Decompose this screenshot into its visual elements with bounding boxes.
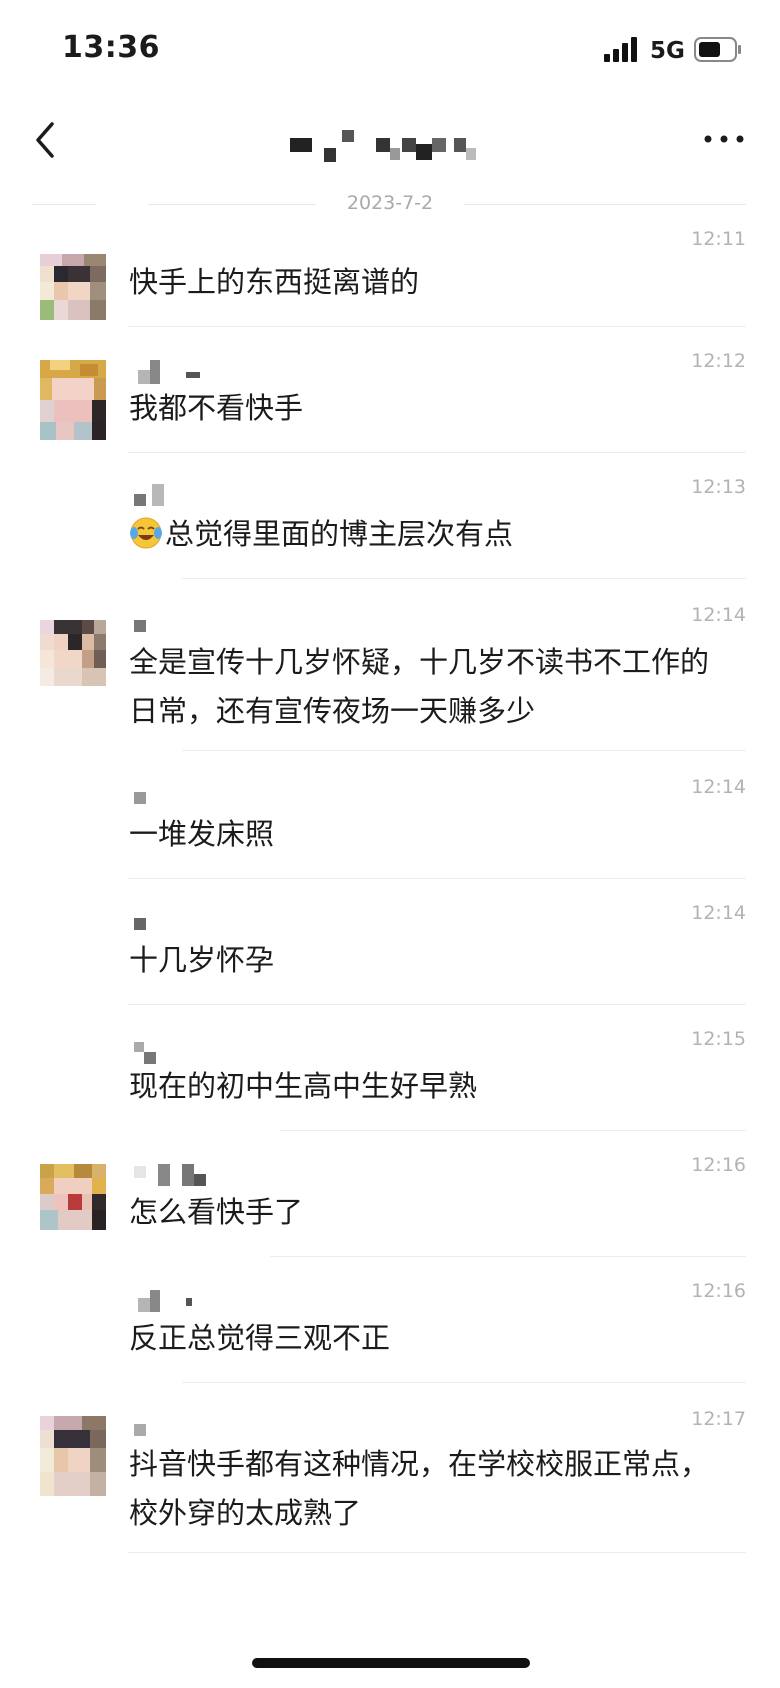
- date-line-left: [32, 204, 96, 205]
- message-divider: [182, 578, 746, 579]
- message-time: 12:16: [691, 1154, 746, 1176]
- message-divider: [128, 452, 746, 453]
- message-divider: [280, 1130, 746, 1131]
- message-time: 12:15: [691, 1028, 746, 1050]
- message-text: 反正总觉得三观不正: [129, 1321, 391, 1355]
- chat-nav-bar: [0, 100, 780, 180]
- message-text: 一堆发床照: [129, 817, 275, 851]
- message-divider: [128, 878, 746, 879]
- date-separator: 2023-7-2: [0, 190, 780, 220]
- message-text: 怎么看快手了: [129, 1195, 304, 1229]
- message-text: 全是宣传十几岁怀疑，十几岁不读书不工作的日常，还有宣传夜场一天赚多少: [129, 645, 710, 728]
- message-time: 12:17: [691, 1408, 746, 1430]
- message-text: 总觉得里面的博主层次有点: [129, 510, 729, 559]
- message-text-content: 总觉得里面的博主层次有点: [165, 517, 514, 551]
- status-bar: 13:36 5G: [0, 0, 780, 100]
- message-time: 12:14: [691, 902, 746, 924]
- message-divider: [182, 1382, 746, 1383]
- back-chevron-icon[interactable]: [30, 118, 70, 162]
- message-time: 12:14: [691, 604, 746, 626]
- message-time: 12:16: [691, 1280, 746, 1302]
- message-text: 我都不看快手: [129, 391, 304, 425]
- avatar[interactable]: [40, 1164, 106, 1230]
- message-text: 快手上的东西挺离谱的: [129, 265, 420, 299]
- message-divider: [128, 1552, 746, 1553]
- message-time: 12:12: [691, 350, 746, 372]
- sender-name-redacted: [134, 1164, 206, 1186]
- more-options-icon[interactable]: [698, 122, 750, 156]
- date-line-left-2: [148, 204, 316, 205]
- battery-icon: [694, 37, 741, 62]
- message-time: 12:11: [691, 228, 746, 250]
- date-line-right: [464, 204, 746, 205]
- avatar[interactable]: [40, 1416, 106, 1496]
- cellular-signal-icon: [604, 37, 637, 62]
- avatar[interactable]: [40, 254, 106, 320]
- message-time: 12:14: [691, 776, 746, 798]
- home-indicator[interactable]: [252, 1658, 530, 1668]
- message-text: 抖音快手都有这种情况，在学校校服正常点，校外穿的太成熟了: [129, 1447, 710, 1530]
- date-label: 2023-7-2: [346, 192, 434, 214]
- sender-name-redacted: [138, 1290, 192, 1312]
- message-divider: [182, 750, 746, 751]
- chat-title-redacted: [290, 130, 476, 162]
- message-divider: [128, 326, 746, 327]
- message-divider: [128, 1004, 746, 1005]
- sender-name-redacted: [134, 484, 164, 506]
- message-text: 十几岁怀孕: [129, 943, 275, 977]
- message-divider: [270, 1256, 746, 1257]
- network-type: 5G: [650, 38, 685, 64]
- avatar[interactable]: [40, 360, 106, 440]
- message-time: 12:13: [691, 476, 746, 498]
- face-with-tears-of-joy-icon: [130, 517, 162, 549]
- avatar[interactable]: [40, 620, 106, 686]
- message-text: 现在的初中生高中生好早熟: [129, 1069, 478, 1103]
- status-time: 13:36: [62, 30, 160, 65]
